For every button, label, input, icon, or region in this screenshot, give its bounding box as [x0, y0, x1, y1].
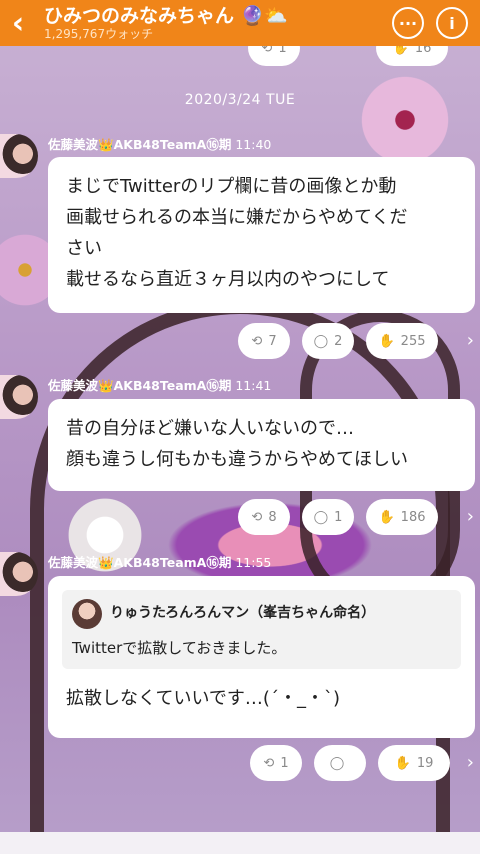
message-line: 拡散しなくていいです…(´・_・`) [66, 688, 340, 709]
crown-icon: 👑 [98, 378, 114, 393]
clap-icon: ✋ [378, 509, 395, 525]
message-line: さい [66, 238, 102, 259]
post-author: 佐藤美波👑AKB48TeamA⑯期 11:55 [48, 555, 272, 570]
message-line: 顔も違うし何もかも違うからやめてほしい [66, 449, 408, 470]
date-separator: 2020/3/24 TUE [184, 92, 296, 108]
message-line: まじでTwitterのリプ欄に昔の画像とか動 [66, 176, 397, 197]
back-chevron-icon[interactable]: ‹ [0, 0, 36, 46]
crown-icon: 👑 [98, 555, 114, 570]
chat-bubble-icon[interactable]: ··· [392, 7, 424, 39]
chevron-right-icon[interactable]: › [467, 752, 474, 773]
retweet-icon: ⟲ [263, 755, 275, 771]
title-emoji-icon: 🔮⛅ [240, 5, 288, 27]
clap-button[interactable]: ✋ 255 [366, 323, 438, 359]
quote-text: Twitterで拡散しておきました。 [72, 639, 287, 657]
message-bubble[interactable]: まじでTwitterのリプ欄に昔の画像とか動 画載せられるの本当に嫌だからやめて… [48, 157, 475, 313]
reaction-row: ⟲ 7 ◯ 2 ✋ 255 [238, 323, 438, 359]
post-author: 佐藤美波👑AKB48TeamA⑯期 11:41 [48, 378, 272, 393]
retweet-icon: ⟲ [251, 509, 263, 525]
quote-header: りゅうたろんろんマン（峯吉ちゃん命名） [72, 598, 451, 629]
quote-avatar [72, 598, 102, 629]
watch-count: 1,295,767ウォッチ [44, 27, 154, 41]
clap-icon: ✋ [378, 333, 395, 349]
retweet-button[interactable]: ⟲ 8 [238, 499, 290, 535]
comment-button[interactable]: ◯ [314, 745, 366, 781]
app-header: ‹ ひみつのみなみちゃん 🔮⛅ 1,295,767ウォッチ ··· i [0, 0, 480, 46]
comment-icon: ◯ [329, 755, 345, 771]
message-line: 昔の自分ほど嫌いな人いないので… [66, 418, 354, 439]
crown-icon: 👑 [98, 137, 114, 152]
comment-button[interactable]: ◯ 1 [302, 499, 354, 535]
retweet-icon: ⟲ [251, 333, 263, 349]
clap-button[interactable]: ✋ 19 [378, 745, 450, 781]
clap-icon: ✋ [394, 755, 411, 771]
bottom-bar [0, 832, 480, 854]
info-icon[interactable]: i [436, 7, 468, 39]
comment-icon: ◯ [313, 509, 329, 525]
page-title: ひみつのみなみちゃん 🔮⛅ [44, 5, 288, 27]
message-line: 載せるなら直近３ヶ月以内のやつにして [66, 269, 390, 290]
retweet-button[interactable]: ⟲ 7 [238, 323, 290, 359]
reaction-row: ⟲ 1 ◯ ✋ 19 [250, 745, 450, 781]
chevron-right-icon[interactable]: › [467, 506, 474, 527]
message-bubble[interactable]: りゅうたろんろんマン（峯吉ちゃん命名） Twitterで拡散しておきました。 拡… [48, 576, 475, 738]
clap-button[interactable]: ✋ 186 [366, 499, 438, 535]
title-block: ひみつのみなみちゃん 🔮⛅ 1,295,767ウォッチ [36, 5, 392, 41]
message-line: 画載せられるの本当に嫌だからやめてくだ [66, 207, 408, 228]
reaction-row: ⟲ 8 ◯ 1 ✋ 186 [238, 499, 438, 535]
quoted-message[interactable]: りゅうたろんろんマン（峯吉ちゃん命名） Twitterで拡散しておきました。 [62, 590, 461, 669]
message-bubble[interactable]: 昔の自分ほど嫌いな人いないので… 顔も違うし何もかも違うからやめてほしい [48, 399, 475, 491]
comment-icon: ◯ [313, 333, 329, 349]
quote-author: りゅうたろんろんマン（峯吉ちゃん命名） [110, 605, 376, 621]
retweet-button[interactable]: ⟲ 1 [250, 745, 302, 781]
chevron-right-icon[interactable]: › [467, 330, 474, 351]
comment-button[interactable]: ◯ 2 [302, 323, 354, 359]
post-author: 佐藤美波👑AKB48TeamA⑯期 11:40 [48, 137, 272, 152]
